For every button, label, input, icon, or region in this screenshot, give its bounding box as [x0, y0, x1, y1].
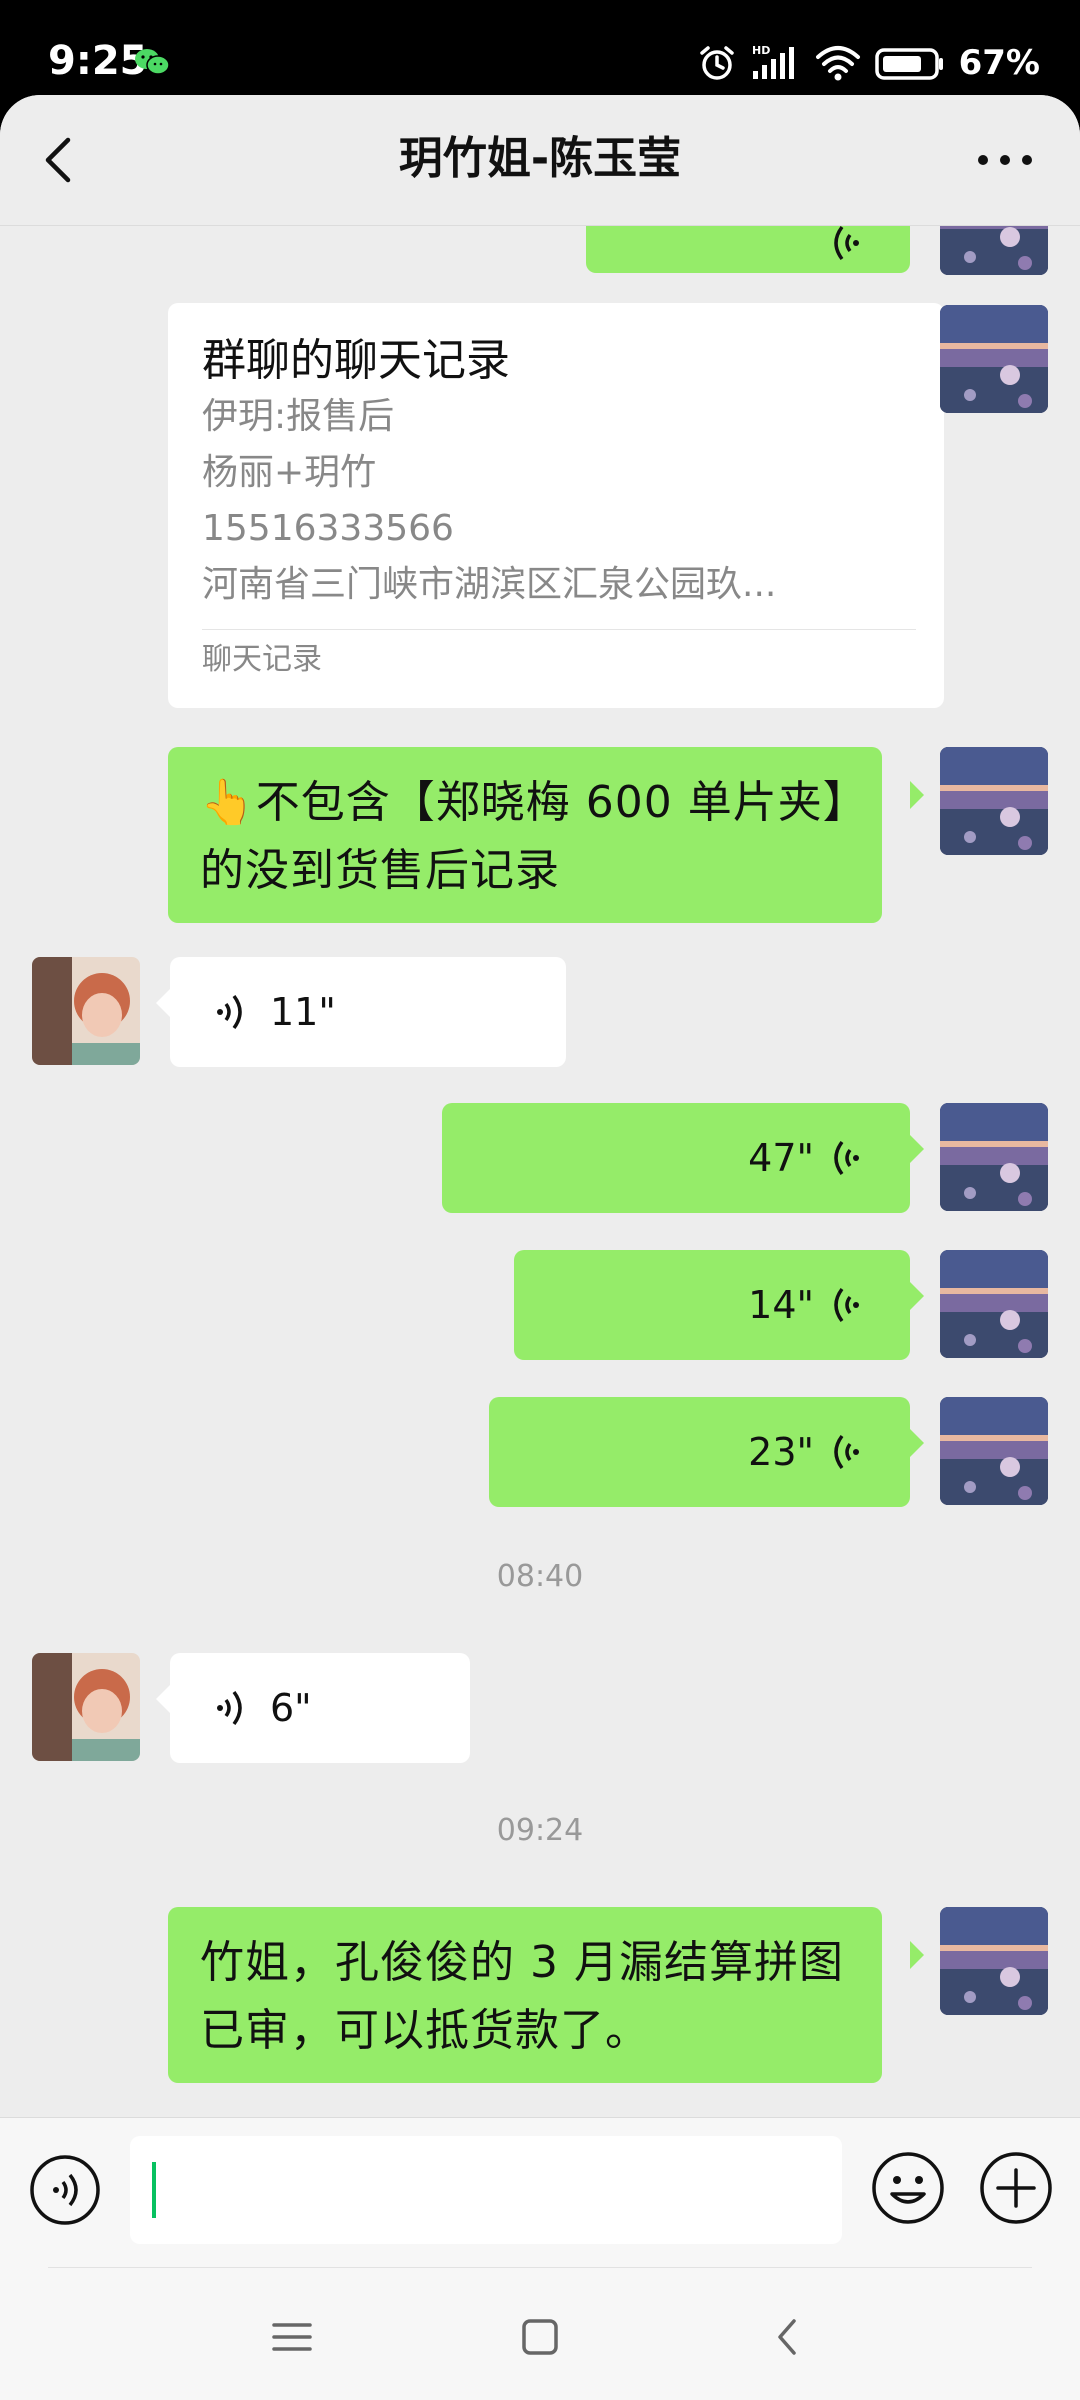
system-nav-bar — [0, 2267, 1080, 2400]
outgoing-text-message[interactable]: 竹姐，孔俊俊的 3 月漏结算拼图已审，可以抵货款了。 — [168, 1907, 882, 2083]
back-icon[interactable] — [758, 2307, 818, 2367]
chat-header: 玥竹姐-陈玉莹 — [0, 95, 1080, 226]
menu-icon[interactable] — [262, 2307, 322, 2367]
bubble-tail — [910, 335, 924, 363]
my-avatar[interactable] — [940, 1397, 1048, 1505]
incoming-voice-message[interactable]: 11" — [170, 957, 566, 1067]
voice-wave-icon — [834, 1434, 859, 1470]
text-caret — [152, 2162, 156, 2218]
voice-wave-icon — [834, 1287, 859, 1323]
record-line: 伊玥:报售后 — [202, 396, 395, 437]
voice-duration: 6" — [270, 1686, 312, 1730]
battery-percent: 67% — [958, 43, 1040, 83]
outgoing-voice-message[interactable]: 14" — [514, 1250, 910, 1360]
more-dots-icon[interactable] — [970, 135, 1040, 185]
my-avatar[interactable] — [940, 1103, 1048, 1211]
wechat-icon — [135, 49, 170, 75]
record-footer: 聊天记录 — [202, 642, 322, 677]
message-timestamp: 09:24 — [496, 1813, 584, 1848]
bubble-tail — [910, 1429, 924, 1457]
record-line: 河南省三门峡市湖滨区汇泉公园玖... — [202, 564, 777, 605]
my-avatar[interactable] — [940, 1250, 1048, 1358]
bubble-tail — [910, 1135, 924, 1163]
signal-icon: HD — [752, 44, 794, 79]
status-right: HD 67% — [697, 38, 1040, 88]
chat-record-card[interactable]: 群聊的聊天记录 伊玥:报售后 杨丽+玥竹 15516333566 河南省三门峡市… — [168, 303, 944, 708]
record-line: 15516333566 — [202, 508, 454, 549]
contact-avatar[interactable] — [32, 1653, 140, 1761]
voice-input-icon[interactable] — [28, 2153, 102, 2227]
message-text: 👆不包含【郑晓梅 600 单片夹】的没到货售后记录 — [200, 777, 846, 896]
nav-divider — [48, 2267, 1032, 2268]
voice-duration: 14" — [748, 1283, 814, 1327]
battery-icon — [874, 48, 943, 80]
record-line: 杨丽+玥竹 — [202, 452, 377, 493]
voice-wave-icon — [217, 1690, 242, 1726]
voice-duration: 47" — [748, 1136, 814, 1180]
chevron-left-icon[interactable] — [30, 130, 90, 190]
input-bar — [0, 2117, 1080, 2268]
bubble-tail — [910, 781, 924, 809]
record-title: 群聊的聊天记录 — [202, 335, 510, 386]
voice-wave-icon — [834, 225, 859, 261]
my-avatar[interactable] — [940, 747, 1048, 855]
message-list[interactable]: 群聊的聊天记录 伊玥:报售后 杨丽+玥竹 15516333566 河南省三门峡市… — [0, 95, 1080, 2400]
message-text: 竹姐，孔俊俊的 3 月漏结算拼图已审，可以抵货款了。 — [200, 1937, 844, 2056]
outgoing-voice-message[interactable]: 47" — [442, 1103, 910, 1213]
emoji-icon[interactable] — [870, 2150, 946, 2226]
voice-wave-icon — [834, 1140, 859, 1176]
hd-badge: HD — [752, 44, 770, 57]
outgoing-voice-message[interactable]: 23" — [489, 1397, 910, 1507]
bubble-tail — [910, 1282, 924, 1310]
bubble-tail — [156, 989, 170, 1017]
contact-avatar[interactable] — [32, 957, 140, 1065]
my-avatar[interactable] — [940, 1907, 1048, 2015]
message-timestamp: 08:40 — [496, 1559, 584, 1594]
bubble-tail — [156, 1685, 170, 1713]
status-bar: 9:25 HD 67% — [0, 0, 1080, 95]
incoming-voice-message[interactable]: 6" — [170, 1653, 470, 1763]
bubble-tail — [910, 1941, 924, 1969]
chat-title: 玥竹姐-陈玉莹 — [398, 133, 682, 184]
voice-duration: 11" — [270, 990, 336, 1034]
voice-wave-icon — [217, 994, 242, 1030]
plus-icon[interactable] — [978, 2150, 1054, 2226]
outgoing-text-message[interactable]: 👆不包含【郑晓梅 600 单片夹】的没到货售后记录 — [168, 747, 882, 923]
status-time: 9:25 — [48, 38, 148, 84]
my-avatar[interactable] — [940, 305, 1048, 413]
wifi-icon — [815, 46, 860, 81]
alarm-icon — [699, 46, 734, 80]
home-icon[interactable] — [510, 2307, 570, 2367]
chat-screen: 群聊的聊天记录 伊玥:报售后 杨丽+玥竹 15516333566 河南省三门峡市… — [0, 95, 1080, 2400]
voice-duration: 23" — [748, 1430, 814, 1474]
message-input[interactable] — [130, 2136, 842, 2244]
